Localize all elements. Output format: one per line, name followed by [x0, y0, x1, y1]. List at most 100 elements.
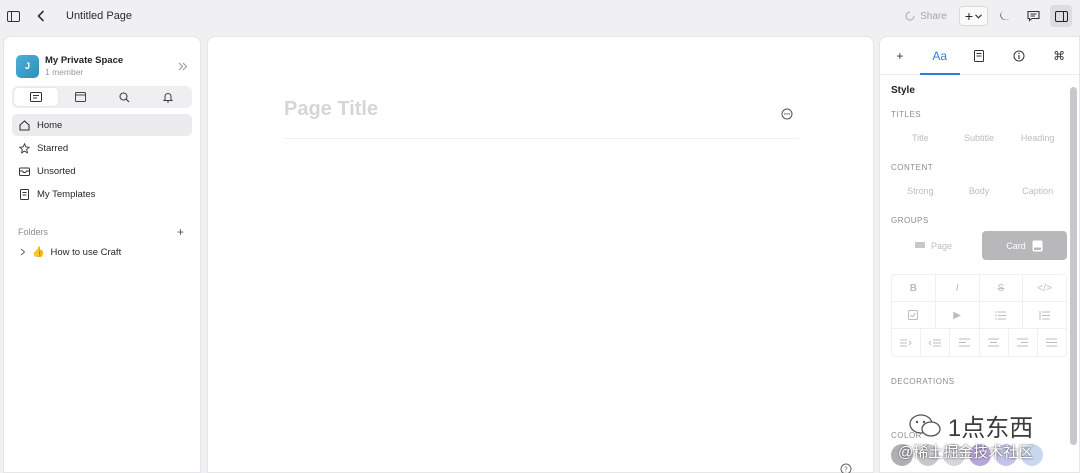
- collapse-sidebar-icon[interactable]: [178, 59, 188, 74]
- editor-area: Page Title ?: [207, 36, 874, 473]
- more-options-icon[interactable]: [781, 107, 793, 120]
- tab-insert[interactable]: +: [880, 37, 920, 74]
- space-name: My Private Space: [45, 55, 124, 66]
- toggle-icon[interactable]: ▶: [936, 302, 980, 328]
- top-bar: Untitled Page Share +: [0, 0, 1080, 32]
- bullet-list-icon[interactable]: [980, 302, 1024, 328]
- inbox-icon: [18, 165, 30, 177]
- title-divider: [284, 138, 799, 139]
- sidebar-mode-switcher: [12, 86, 192, 108]
- groups-row: Page Card: [891, 231, 1067, 260]
- plus-icon: +: [896, 48, 904, 63]
- body-style-button[interactable]: Body: [950, 180, 1009, 202]
- align-center-icon[interactable]: [980, 329, 1009, 356]
- calendar-icon[interactable]: [58, 88, 102, 106]
- page-breadcrumb-title: Untitled Page: [66, 10, 133, 22]
- groups-section-label: GROUPS: [891, 216, 929, 225]
- document-icon: [974, 49, 985, 62]
- wechat-icon: [909, 413, 941, 437]
- folders-label: Folders: [18, 227, 49, 237]
- sidebar-item-label: Starred: [37, 142, 69, 154]
- page-icon: [914, 241, 925, 248]
- watermark: 1点东西 @稀土掘金技术社区: [898, 408, 1033, 462]
- outdent-icon[interactable]: [921, 329, 951, 356]
- sidebar-item-templates[interactable]: My Templates: [12, 183, 192, 205]
- star-icon: [18, 142, 30, 154]
- checkbox-icon[interactable]: [892, 302, 936, 328]
- code-icon[interactable]: </>: [1023, 275, 1066, 301]
- heading-style-button[interactable]: Heading: [1008, 127, 1067, 149]
- subtitle-style-button[interactable]: Subtitle: [950, 127, 1009, 149]
- formatting-grid: B I S </> ▶: [891, 274, 1067, 357]
- card-group-label: Card: [1006, 240, 1026, 251]
- card-icon: [1032, 240, 1043, 251]
- italic-icon[interactable]: I: [936, 275, 980, 301]
- sidebar-toggle-icon[interactable]: [2, 5, 24, 27]
- text-style-icon: Aa: [932, 48, 948, 63]
- panel-scrollbar[interactable]: [1070, 87, 1077, 445]
- numbered-list-icon[interactable]: [1023, 302, 1066, 328]
- comment-icon[interactable]: [1022, 5, 1044, 27]
- sidebar-nav: Home Starred Unsorted My Templates: [4, 114, 200, 205]
- documents-icon[interactable]: [14, 88, 58, 106]
- folder-label: How to use Craft: [50, 247, 122, 258]
- sidebar-item-unsorted[interactable]: Unsorted: [12, 160, 192, 182]
- sidebar-item-label: My Templates: [37, 188, 96, 200]
- title-style-button[interactable]: Title: [891, 127, 950, 149]
- bell-icon[interactable]: [146, 88, 190, 106]
- chevron-right-icon[interactable]: [20, 248, 26, 258]
- share-label: Share: [920, 10, 947, 22]
- watermark-text-bottom: @稀土掘金技术社区: [898, 444, 1034, 461]
- strikethrough-icon[interactable]: S: [980, 275, 1024, 301]
- caption-style-button[interactable]: Caption: [1008, 180, 1067, 202]
- add-menu-button[interactable]: +: [958, 6, 988, 26]
- thumbs-up-icon: 👍: [32, 247, 45, 258]
- panel-toggle-icon[interactable]: [1050, 5, 1072, 27]
- justify-icon[interactable]: [1038, 329, 1066, 356]
- bold-icon[interactable]: B: [892, 275, 936, 301]
- align-right-icon[interactable]: [1009, 329, 1038, 356]
- card-group-button[interactable]: Card: [982, 231, 1067, 260]
- align-left-icon[interactable]: [950, 329, 980, 356]
- avatar: J: [16, 54, 39, 78]
- page-group-button[interactable]: Page: [891, 231, 976, 260]
- content-section-label: CONTENT: [891, 163, 934, 172]
- decorations-section-label: DECORATIONS: [891, 377, 955, 386]
- home-icon: [18, 119, 30, 131]
- page-title-input[interactable]: Page Title: [284, 98, 378, 121]
- chevron-down-icon: [975, 13, 982, 19]
- search-icon[interactable]: [102, 88, 146, 106]
- info-icon: [1013, 50, 1025, 61]
- tab-style[interactable]: Aa: [919, 37, 960, 75]
- titles-section-label: TITLES: [891, 110, 922, 119]
- folder-item[interactable]: 👍 How to use Craft: [20, 247, 192, 258]
- space-switcher[interactable]: J My Private Space 1 member: [4, 37, 200, 81]
- tab-document[interactable]: [960, 37, 1000, 74]
- indent-icon[interactable]: [892, 329, 922, 356]
- content-row: Strong Body Caption: [891, 180, 1067, 202]
- panel-tabs: + Aa ⌘: [880, 37, 1079, 75]
- spinner-icon: [905, 11, 915, 21]
- tab-shortcuts[interactable]: ⌘: [1039, 37, 1079, 74]
- add-folder-icon[interactable]: +: [177, 225, 184, 239]
- watermark-text-top: 1点东西: [947, 415, 1034, 442]
- titles-row: Title Subtitle Heading: [891, 127, 1067, 149]
- style-heading: Style: [891, 85, 915, 96]
- svg-text:?: ?: [844, 466, 848, 473]
- page-group-label: Page: [930, 240, 953, 251]
- left-sidebar: J My Private Space 1 member Home Starred…: [3, 36, 201, 473]
- sidebar-item-label: Unsorted: [37, 165, 76, 177]
- plus-icon: +: [964, 8, 973, 24]
- space-member-count: 1 member: [45, 67, 84, 77]
- tab-info[interactable]: [999, 37, 1039, 74]
- help-icon[interactable]: ?: [840, 462, 852, 473]
- share-button[interactable]: Share: [899, 8, 953, 25]
- moon-icon[interactable]: [994, 5, 1016, 27]
- folders-header: Folders +: [18, 225, 184, 239]
- command-icon: ⌘: [1053, 48, 1066, 63]
- sidebar-item-home[interactable]: Home: [12, 114, 192, 136]
- strong-style-button[interactable]: Strong: [891, 180, 950, 202]
- back-icon[interactable]: [30, 5, 52, 27]
- sidebar-item-starred[interactable]: Starred: [12, 137, 192, 159]
- template-icon: [18, 188, 30, 200]
